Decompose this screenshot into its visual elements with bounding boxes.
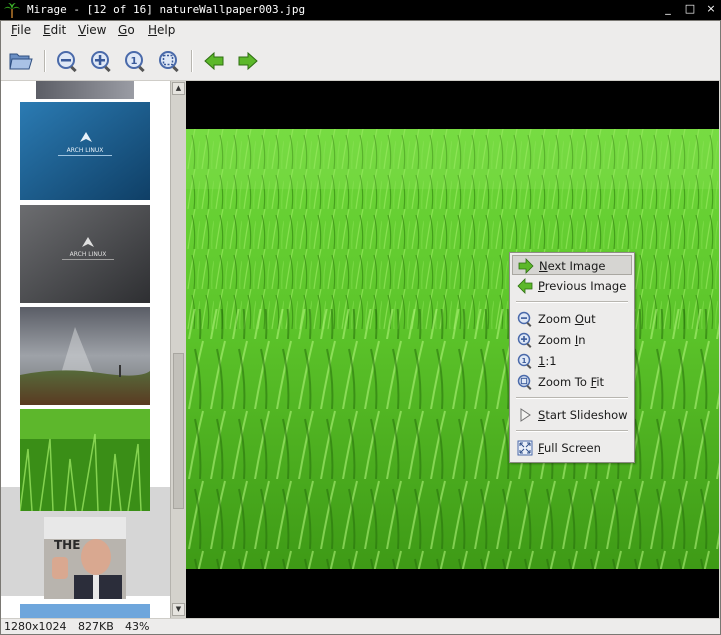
zoom-1-1-button[interactable]: 1 xyxy=(122,48,148,74)
menu-separator xyxy=(516,397,628,399)
menu-file[interactable]: File xyxy=(11,23,31,37)
menu-item-label: Zoom Out xyxy=(538,312,596,326)
menu-bar: File Edit View Go Help xyxy=(1,20,720,42)
menu-item-label: Zoom In xyxy=(538,333,586,347)
open-button[interactable] xyxy=(8,48,34,74)
image-viewer[interactable] xyxy=(186,81,719,618)
scrollbar-thumb[interactable] xyxy=(173,353,184,509)
thumbnail-text: ARCH LINUX xyxy=(70,251,107,258)
menu-item-label: 1:1 xyxy=(538,354,557,368)
svg-text:1: 1 xyxy=(131,56,138,67)
fullscreen-icon xyxy=(517,440,533,456)
previous-arrow-icon xyxy=(517,278,533,294)
menu-item-next-image[interactable]: Next Image xyxy=(512,255,632,275)
menu-item-start-slideshow[interactable]: Start Slideshow xyxy=(512,405,632,425)
zoom-1-1-icon: 1 xyxy=(517,353,532,369)
next-arrow-icon xyxy=(518,258,534,274)
zoom-out-button[interactable] xyxy=(54,48,80,74)
toolbar-separator xyxy=(191,50,193,72)
menu-item-full-screen[interactable]: Full Screen xyxy=(512,438,632,458)
zoom-in-icon xyxy=(91,51,111,73)
menu-separator xyxy=(516,430,628,432)
status-resolution: 1280x1024 xyxy=(4,620,67,633)
toolbar: 1 xyxy=(1,42,720,81)
menu-item-zoom-in[interactable]: Zoom In xyxy=(512,330,632,350)
menu-view[interactable]: View xyxy=(78,23,106,37)
title-bar: Mirage - [12 of 16] natureWallpaper003.j… xyxy=(0,0,721,20)
window-title: Mirage - [12 of 16] natureWallpaper003.j… xyxy=(27,3,306,16)
menu-item-label: Full Screen xyxy=(538,441,601,455)
zoom-out-icon xyxy=(57,51,77,73)
menu-item-zoom-1-1[interactable]: 1 1:1 xyxy=(512,351,632,371)
next-image-button[interactable] xyxy=(235,48,261,74)
scroll-down-arrow[interactable]: ▼ xyxy=(172,603,185,616)
zoom-fit-icon xyxy=(517,374,532,390)
previous-image-button[interactable] xyxy=(201,48,227,74)
svg-text:1: 1 xyxy=(522,357,527,365)
menu-item-label: Next Image xyxy=(539,259,606,273)
menu-go[interactable]: Go xyxy=(118,23,135,37)
thumbnail-partial-blue[interactable] xyxy=(20,604,150,618)
zoom-fit-icon xyxy=(159,51,179,73)
status-filesize: 827KB xyxy=(78,620,114,633)
menu-item-label: Zoom To Fit xyxy=(538,375,605,389)
status-zoom: 43% xyxy=(125,620,150,633)
svg-text:THE: THE xyxy=(54,538,80,552)
menu-item-label: Previous Image xyxy=(538,279,627,293)
zoom-out-icon xyxy=(517,311,532,327)
thumbnail-pane[interactable]: ARCH LINUX ARCH LINUX THE xyxy=(1,81,170,618)
open-folder-icon xyxy=(9,53,33,70)
menu-item-previous-image[interactable]: Previous Image xyxy=(512,276,632,296)
thumbnail-portrait[interactable]: THE xyxy=(44,517,126,599)
menu-help[interactable]: Help xyxy=(148,23,175,37)
mirage-palm-icon xyxy=(4,3,20,18)
minimize-button[interactable]: _ xyxy=(661,2,675,16)
thumbnail-partial-grey[interactable] xyxy=(36,81,134,99)
menu-edit[interactable]: Edit xyxy=(43,23,66,37)
zoom-fit-button[interactable] xyxy=(156,48,182,74)
zoom-1-1-icon: 1 xyxy=(125,51,145,73)
thumbnail-sky-landscape[interactable] xyxy=(20,307,150,405)
menu-separator xyxy=(516,301,628,303)
menu-item-zoom-to-fit[interactable]: Zoom To Fit xyxy=(512,372,632,392)
close-button[interactable]: × xyxy=(704,2,718,16)
previous-arrow-icon xyxy=(204,51,224,71)
menu-item-label: Start Slideshow xyxy=(538,408,628,422)
zoom-in-icon xyxy=(517,332,532,348)
maximize-button[interactable]: □ xyxy=(683,2,697,16)
thumbnail-grass-selected[interactable] xyxy=(20,409,150,511)
thumbnail-scrollbar[interactable]: ▲ ▼ xyxy=(170,81,186,618)
thumbnail-text: ARCH LINUX xyxy=(67,147,104,154)
context-menu: Next Image Previous Image Zoom Out Zoom … xyxy=(509,252,635,463)
status-bar: 1280x1024 827KB 43% xyxy=(1,618,720,635)
main-image-grass[interactable] xyxy=(186,129,719,569)
toolbar-separator xyxy=(44,50,46,72)
thumbnail-arch-grey[interactable]: ARCH LINUX xyxy=(20,205,150,303)
next-arrow-icon xyxy=(238,51,258,71)
scroll-up-arrow[interactable]: ▲ xyxy=(172,82,185,95)
play-icon xyxy=(520,408,531,422)
menu-item-zoom-out[interactable]: Zoom Out xyxy=(512,309,632,329)
zoom-in-button[interactable] xyxy=(88,48,114,74)
thumbnail-arch-blue[interactable]: ARCH LINUX xyxy=(20,102,150,200)
